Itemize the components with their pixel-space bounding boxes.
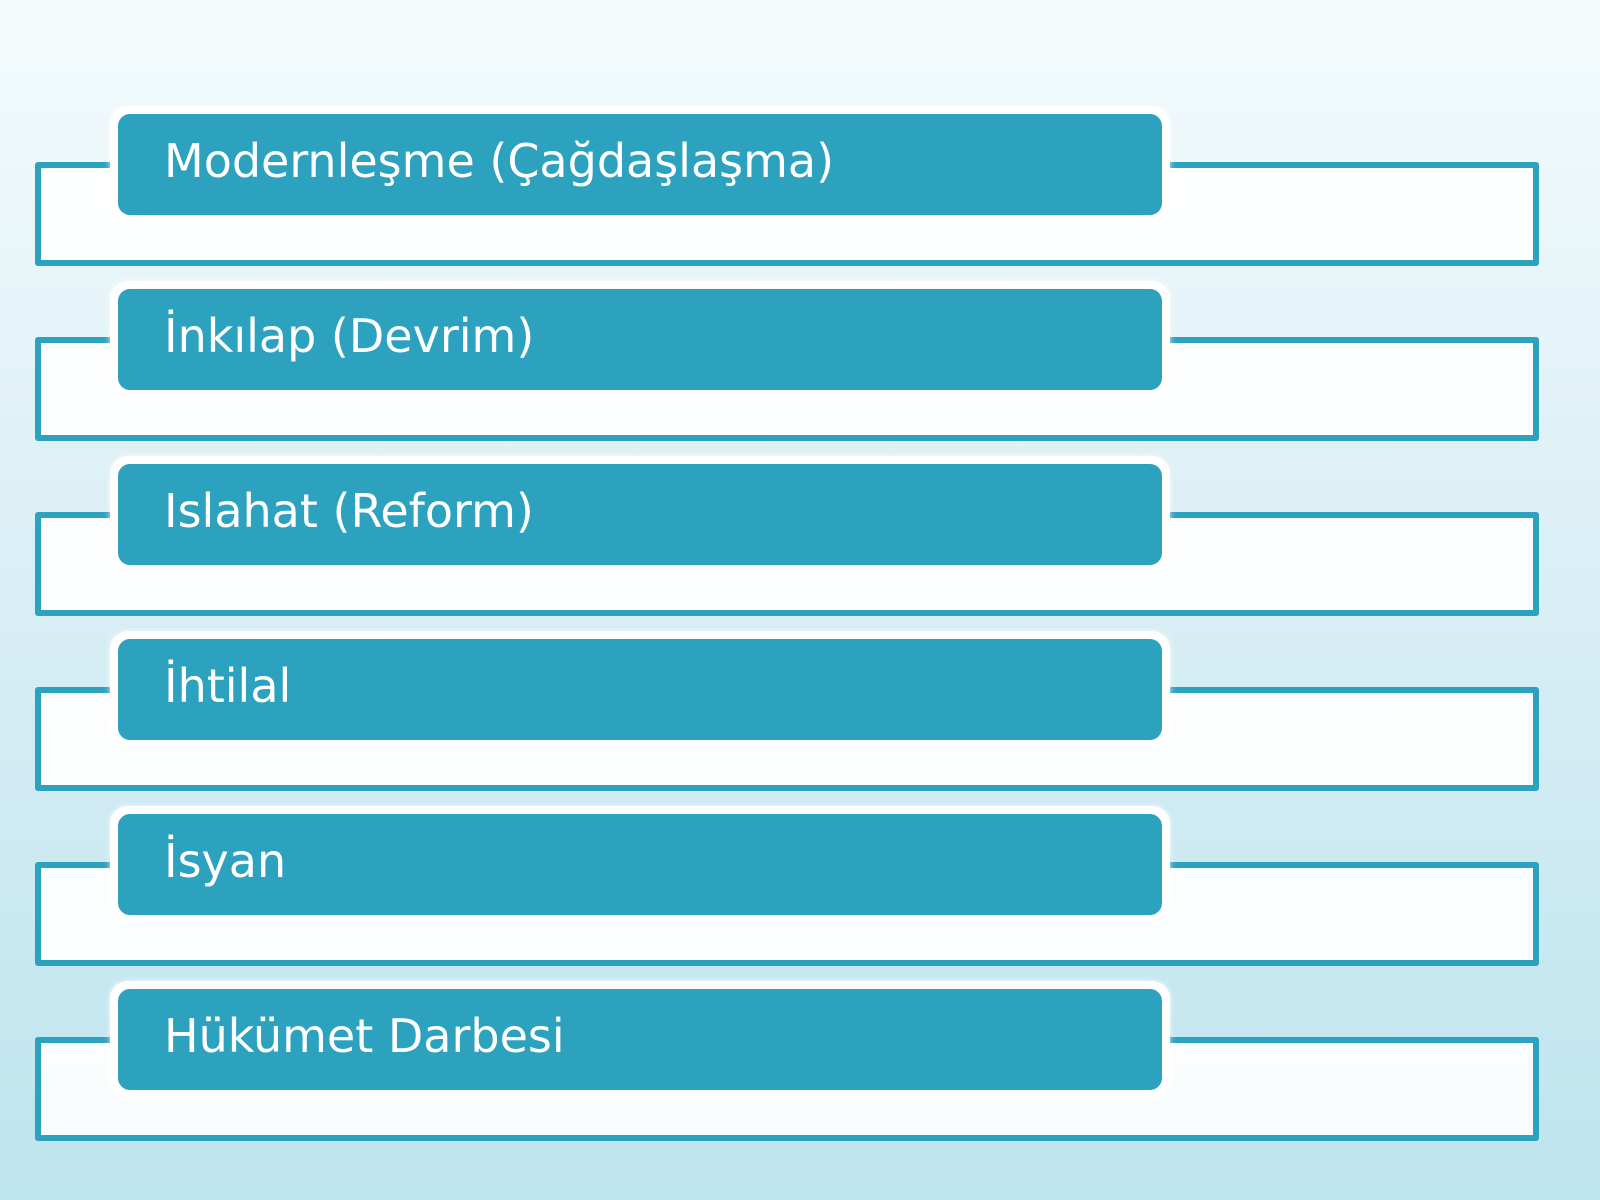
item-label-box: Hükümet Darbesi (110, 981, 1170, 1098)
concept-list: Modernleşme (Çağdaşlaşma) İnkılap (Devri… (0, 0, 1600, 1200)
item-label-text: Hükümet Darbesi (164, 1008, 565, 1063)
list-item: İnkılap (Devrim) (0, 175, 1600, 441)
list-item: İhtilal (0, 525, 1600, 791)
list-item: Hükümet Darbesi (0, 875, 1600, 1141)
list-item: Modernleşme (Çağdaşlaşma) (0, 0, 1600, 266)
item-label: Hükümet Darbesi (118, 989, 1162, 1090)
list-item: Islahat (Reform) (0, 350, 1600, 616)
list-item: İsyan (0, 700, 1600, 966)
